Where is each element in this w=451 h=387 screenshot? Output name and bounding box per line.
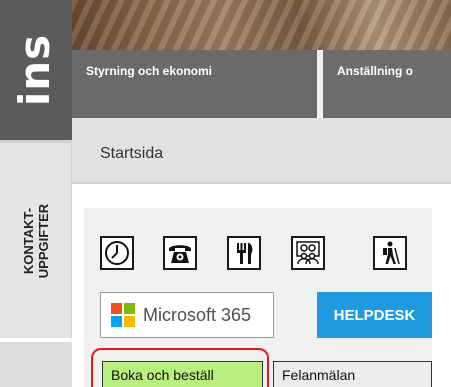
hiker-icon[interactable] <box>373 236 407 270</box>
header-banner-image <box>72 0 451 50</box>
boka-och-bestall-button[interactable]: Boka och beställ <box>102 361 263 387</box>
breadcrumb-bar: Startsida <box>72 118 451 184</box>
microsoft-logo-icon <box>111 303 135 327</box>
brand-text: ins <box>9 33 59 107</box>
tab-anstallning[interactable]: Anställning o <box>323 50 451 118</box>
sidebar-bottom-tab[interactable] <box>0 338 72 387</box>
logo-square-yellow <box>124 316 135 327</box>
cutlery-icon[interactable] <box>227 236 261 270</box>
left-sidebar: ins KONTAKT- UPPGIFTER <box>0 0 72 387</box>
logo-square-green <box>124 303 135 314</box>
quicklinks-panel: Microsoft 365 HELPDESK Boka och beställ … <box>84 208 432 387</box>
page-title[interactable]: Startsida <box>100 145 163 163</box>
main-nav: Styrning och ekonomi Anställning o <box>72 50 451 118</box>
tab-styrning-och-ekonomi[interactable]: Styrning och ekonomi <box>72 50 317 118</box>
helpdesk-button[interactable]: HELPDESK <box>317 292 432 338</box>
main-content: Microsoft 365 HELPDESK Boka och beställ … <box>72 186 451 387</box>
clock-icon[interactable] <box>100 236 134 270</box>
microsoft-365-label: Microsoft 365 <box>143 304 252 325</box>
people-icon[interactable] <box>291 236 325 270</box>
logo-square-red <box>111 303 122 314</box>
microsoft-365-button[interactable]: Microsoft 365 <box>100 292 274 338</box>
felanmalan-button[interactable]: Felanmälan <box>273 361 432 387</box>
contact-info-label: KONTAKT- UPPGIFTER <box>20 203 51 278</box>
logo-square-blue <box>111 316 122 327</box>
contact-info-tab[interactable]: KONTAKT- UPPGIFTER <box>0 143 72 338</box>
telephone-icon[interactable] <box>163 236 197 270</box>
brand-logo: ins <box>0 0 72 140</box>
